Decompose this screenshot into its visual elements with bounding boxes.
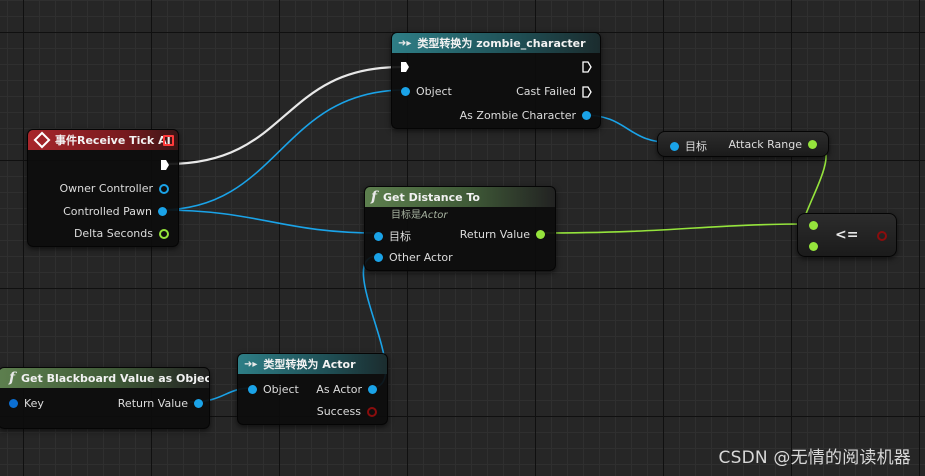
pin-label: Controlled Pawn [63, 205, 152, 218]
exec-out-pin-icon[interactable] [160, 159, 170, 171]
cast-actor-node[interactable]: ➜▸ 类型转换为 Actor Object As Actor Success [237, 353, 388, 425]
cast-arrow-icon: ➜▸ [244, 358, 258, 370]
get-distance-other-actor-pin[interactable]: Other Actor [374, 251, 453, 264]
pin-label: Cast Failed [516, 85, 576, 98]
pin-label: Other Actor [389, 251, 453, 264]
float-pin-icon[interactable] [809, 221, 818, 230]
exec-wire [167, 65, 402, 166]
blackboard-key-pin[interactable]: Key [9, 397, 44, 410]
cast-actor-output-pin[interactable]: As Actor [316, 383, 377, 396]
cast-actor-object-pin[interactable]: Object [248, 383, 299, 396]
cast-zombie-object-pin[interactable]: Object [401, 85, 452, 98]
attack-range-node[interactable]: 目标 Attack Range [657, 131, 829, 157]
owner-controller-pin[interactable]: Owner Controller [59, 182, 169, 195]
cast-zombie-failed-pin[interactable]: Cast Failed [516, 85, 592, 98]
exec-out-pin-icon[interactable] [582, 61, 592, 73]
pin-label: 目标 [685, 140, 707, 153]
get-blackboard-header[interactable]: f Get Blackboard Value as Object [0, 368, 209, 388]
pin-label: Delta Seconds [73, 227, 153, 240]
float-pin-icon[interactable] [536, 230, 545, 239]
get-blackboard-node[interactable]: f Get Blackboard Value as Object Key Ret… [0, 367, 210, 429]
event-tick-title: 事件Receive Tick AI [55, 134, 171, 147]
float-pin-icon[interactable] [809, 242, 818, 251]
cast-zombie-node[interactable]: ➜▸ 类型转换为 zombie_character Object Cast Fa… [391, 32, 601, 129]
object-pin-icon[interactable] [374, 231, 383, 241]
float-wire [538, 223, 813, 234]
bool-pin-icon[interactable] [367, 406, 377, 417]
compare-input-b[interactable] [809, 242, 818, 251]
get-distance-node[interactable]: f Get Distance To 目标是Actor 目标 Return Val… [364, 186, 556, 271]
object-pin-icon[interactable] [248, 385, 257, 394]
subtitle-prefix: 目标是 [391, 210, 421, 221]
float-pin-icon[interactable] [159, 228, 169, 239]
controlled-pawn-pin[interactable]: Controlled Pawn [63, 205, 167, 218]
cast-zombie-exec-in[interactable] [400, 61, 410, 73]
object-pin-icon[interactable] [158, 207, 167, 216]
event-tick-exec-out[interactable] [160, 159, 170, 171]
object-pin-icon[interactable] [159, 183, 169, 194]
event-tick-header[interactable]: 事件Receive Tick AI [28, 130, 178, 150]
bool-pin-icon[interactable] [877, 231, 887, 241]
pin-label: Key [24, 397, 44, 410]
compare-input-a[interactable] [809, 221, 818, 230]
cast-zombie-title: 类型转换为 zombie_character [417, 37, 586, 50]
attack-range-output-pin[interactable]: Attack Range [729, 138, 817, 151]
event-tick-node[interactable]: 事件Receive Tick AI Owner Controller Contr… [27, 129, 179, 247]
object-pin-icon[interactable] [582, 111, 591, 120]
object-pin-icon[interactable] [670, 141, 679, 151]
get-distance-header[interactable]: f Get Distance To [365, 187, 555, 207]
subtitle-class: Actor [421, 210, 448, 221]
get-distance-title: Get Distance To [383, 190, 480, 204]
cast-actor-title: 类型转换为 Actor [263, 358, 356, 371]
get-distance-target-pin[interactable]: 目标 [374, 228, 411, 244]
blueprint-graph-canvas[interactable]: ➜▸ 类型转换为 zombie_character Object Cast Fa… [0, 0, 925, 476]
pin-label: Owner Controller [59, 182, 153, 195]
pin-label: Attack Range [728, 138, 802, 151]
attack-range-target-pin[interactable]: 目标 [670, 138, 707, 154]
pin-label: As Zombie Character [459, 109, 576, 122]
pin-label: Object [263, 383, 299, 396]
compare-output[interactable] [877, 231, 887, 241]
cast-zombie-output-pin[interactable]: As Zombie Character [460, 109, 591, 122]
cast-actor-header[interactable]: ➜▸ 类型转换为 Actor [238, 354, 387, 374]
function-icon: f [371, 189, 378, 205]
cast-zombie-exec-out[interactable] [582, 61, 592, 73]
object-pin-icon[interactable] [194, 399, 203, 408]
pin-label: Success [316, 405, 361, 418]
watermark: CSDN @无情的阅读机器 [718, 448, 911, 468]
function-icon: f [9, 370, 16, 386]
cast-actor-success-pin[interactable]: Success [317, 405, 377, 418]
object-pin-icon[interactable] [401, 87, 410, 96]
float-pin-icon[interactable] [808, 140, 817, 149]
exec-in-pin-icon[interactable] [400, 61, 410, 73]
get-distance-return-pin[interactable]: Return Value [460, 228, 545, 241]
object-pin-icon[interactable] [374, 253, 383, 262]
struct-pin-icon[interactable] [9, 399, 18, 408]
pin-label: Return Value [459, 228, 530, 241]
object-pin-icon[interactable] [368, 385, 377, 394]
event-delegate-icon[interactable] [163, 134, 174, 146]
pin-label: Return Value [117, 397, 188, 410]
object-wire [159, 209, 379, 234]
get-blackboard-title: Get Blackboard Value as Object [21, 371, 209, 385]
exec-out-pin-icon[interactable] [582, 85, 592, 98]
cast-arrow-icon: ➜▸ [398, 37, 412, 49]
pin-label: As Actor [316, 383, 362, 396]
compare-operator: <= [835, 227, 858, 243]
cast-zombie-header[interactable]: ➜▸ 类型转换为 zombie_character [392, 33, 600, 53]
pin-label: Object [416, 85, 452, 98]
delta-seconds-pin[interactable]: Delta Seconds [74, 227, 169, 240]
event-diamond-icon [33, 131, 51, 149]
pin-label: 目标 [389, 230, 411, 243]
less-equal-node[interactable]: <= [797, 213, 897, 257]
get-distance-subtitle: 目标是Actor [391, 206, 448, 221]
blackboard-return-pin[interactable]: Return Value [118, 397, 203, 410]
operator-label: <= [835, 227, 859, 243]
